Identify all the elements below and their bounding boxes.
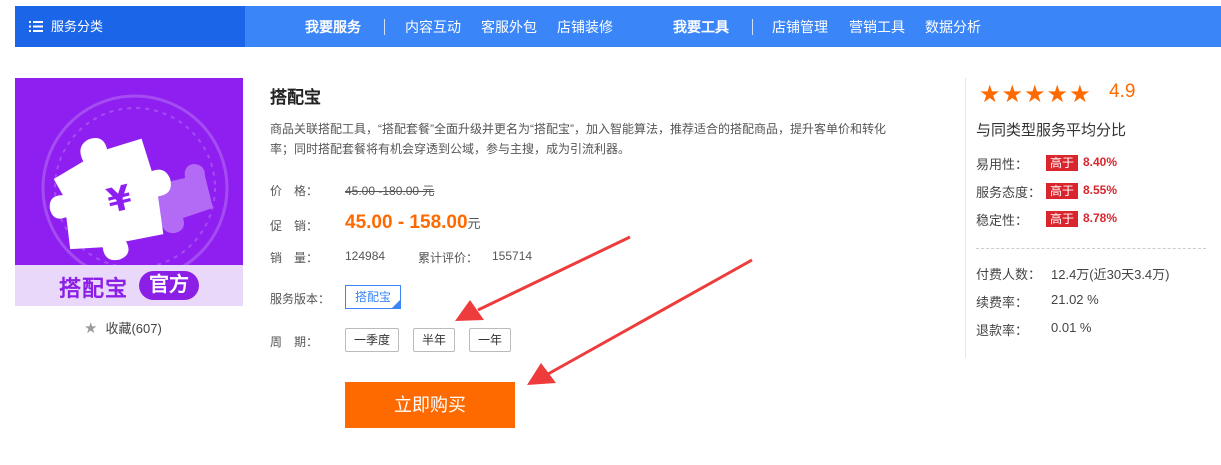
version-option-label: 搭配宝 (355, 290, 392, 304)
renewal-rate-label: 续费率： (976, 295, 1029, 310)
metric-value-usability: 8.40% (1083, 155, 1118, 169)
nav-link-content-interaction[interactable]: 内容互动 (405, 6, 461, 48)
product-title: 搭配宝 (270, 88, 321, 107)
selected-corner-icon (392, 300, 401, 308)
star-icon: ★ (979, 81, 1002, 108)
logo-banner-text: 搭配宝 (59, 276, 129, 301)
star-icon: ★ (1024, 81, 1047, 108)
version-label: 服务版本： (270, 292, 331, 306)
nav-link-my-tools[interactable]: 我要工具 (673, 6, 729, 48)
price-label: 价 格： (270, 184, 319, 198)
favorite-button[interactable]: ★ 收藏(607) (84, 318, 162, 337)
original-price: 45.00 -180.00 元 (345, 184, 435, 198)
metric-label-stability: 稳定性： (976, 213, 1029, 228)
rating-panel: ★★★★★ 4.9 与同类型服务平均分比 易用性： 高于 8.40% 服务态度：… (965, 78, 1221, 358)
product-description: 商品关联搭配工具，“搭配套餐”全面升级并更名为“搭配宝”，加入智能算法，推荐适合… (270, 122, 886, 156)
metric-value-stability: 8.78% (1083, 211, 1118, 225)
service-category-label: 服务分类 (51, 19, 104, 34)
metric-label-usability: 易用性： (976, 157, 1029, 172)
promo-price-unit: 元 (467, 216, 481, 231)
star-icon: ★ (1046, 81, 1070, 108)
rating-stars: ★★★★★ (979, 80, 1092, 109)
logo-banner: 搭配宝 官方 (15, 265, 243, 306)
nav-link-customer-service-outsourcing[interactable]: 客服外包 (481, 6, 537, 48)
nav-link-store-decoration[interactable]: 店铺装修 (557, 6, 613, 48)
star-icon: ★ (84, 320, 98, 337)
official-badge: 官方 (139, 271, 199, 300)
service-category-menu[interactable]: 服务分类 (15, 6, 245, 47)
star-icon: ★ (1069, 81, 1092, 108)
star-icon: ★ (1001, 81, 1025, 108)
metric-badge-stability: 高于 (1046, 211, 1079, 227)
arrow-icon (527, 258, 753, 385)
version-option-selected[interactable]: 搭配宝 (345, 285, 402, 309)
metric-value-service-attitude: 8.55% (1083, 183, 1118, 197)
arrow-icon (455, 235, 631, 321)
promo-label: 促 销： (270, 219, 319, 233)
list-menu-icon (29, 21, 43, 32)
metric-badge-service-attitude: 高于 (1046, 183, 1079, 199)
period-option-quarter[interactable]: 一季度 (345, 328, 400, 352)
period-label: 周 期： (270, 335, 319, 349)
nav-link-store-management[interactable]: 店铺管理 (772, 6, 828, 48)
renewal-rate-value: 21.02 % (1051, 292, 1099, 307)
nav-divider (384, 19, 385, 35)
favorite-label: 收藏(607) (105, 321, 162, 336)
refund-rate-label: 退款率： (976, 323, 1029, 338)
rating-score: 4.9 (1109, 81, 1136, 102)
period-option-half-year[interactable]: 半年 (413, 328, 456, 352)
sales-label: 销 量： (270, 251, 319, 265)
nav-divider (752, 19, 753, 35)
puzzle-icon: ¥ (41, 94, 229, 282)
promo-price-value: 45.00 - 158.00 (345, 212, 468, 233)
refund-rate-value: 0.01 % (1051, 320, 1092, 335)
paid-users-value: 12.4万(近30天3.4万) (1051, 267, 1170, 282)
top-nav: 服务分类 我要服务 内容互动 客服外包 店铺装修 我要工具 店铺管理 营销工具 … (15, 6, 1221, 47)
metric-badge-usability: 高于 (1046, 155, 1079, 171)
compare-title: 与同类型服务平均分比 (976, 122, 1127, 139)
reviews-value: 155714 (492, 249, 533, 263)
nav-link-data-analysis[interactable]: 数据分析 (925, 6, 981, 48)
paid-users-label: 付费人数： (976, 267, 1042, 282)
divider (976, 248, 1206, 249)
nav-link-marketing-tools[interactable]: 营销工具 (849, 6, 905, 48)
sales-value: 124984 (345, 249, 386, 263)
period-option-one-year[interactable]: 一年 (469, 328, 512, 352)
product-logo: ¥ 搭配宝 官方 (15, 78, 243, 306)
nav-link-my-services[interactable]: 我要服务 (305, 6, 361, 48)
promo-price: 45.00 - 158.00元 (345, 212, 481, 234)
buy-now-button[interactable]: 立即购买 (345, 382, 515, 428)
reviews-label: 累计评价： (418, 251, 479, 265)
metric-label-service-attitude: 服务态度： (976, 185, 1042, 200)
